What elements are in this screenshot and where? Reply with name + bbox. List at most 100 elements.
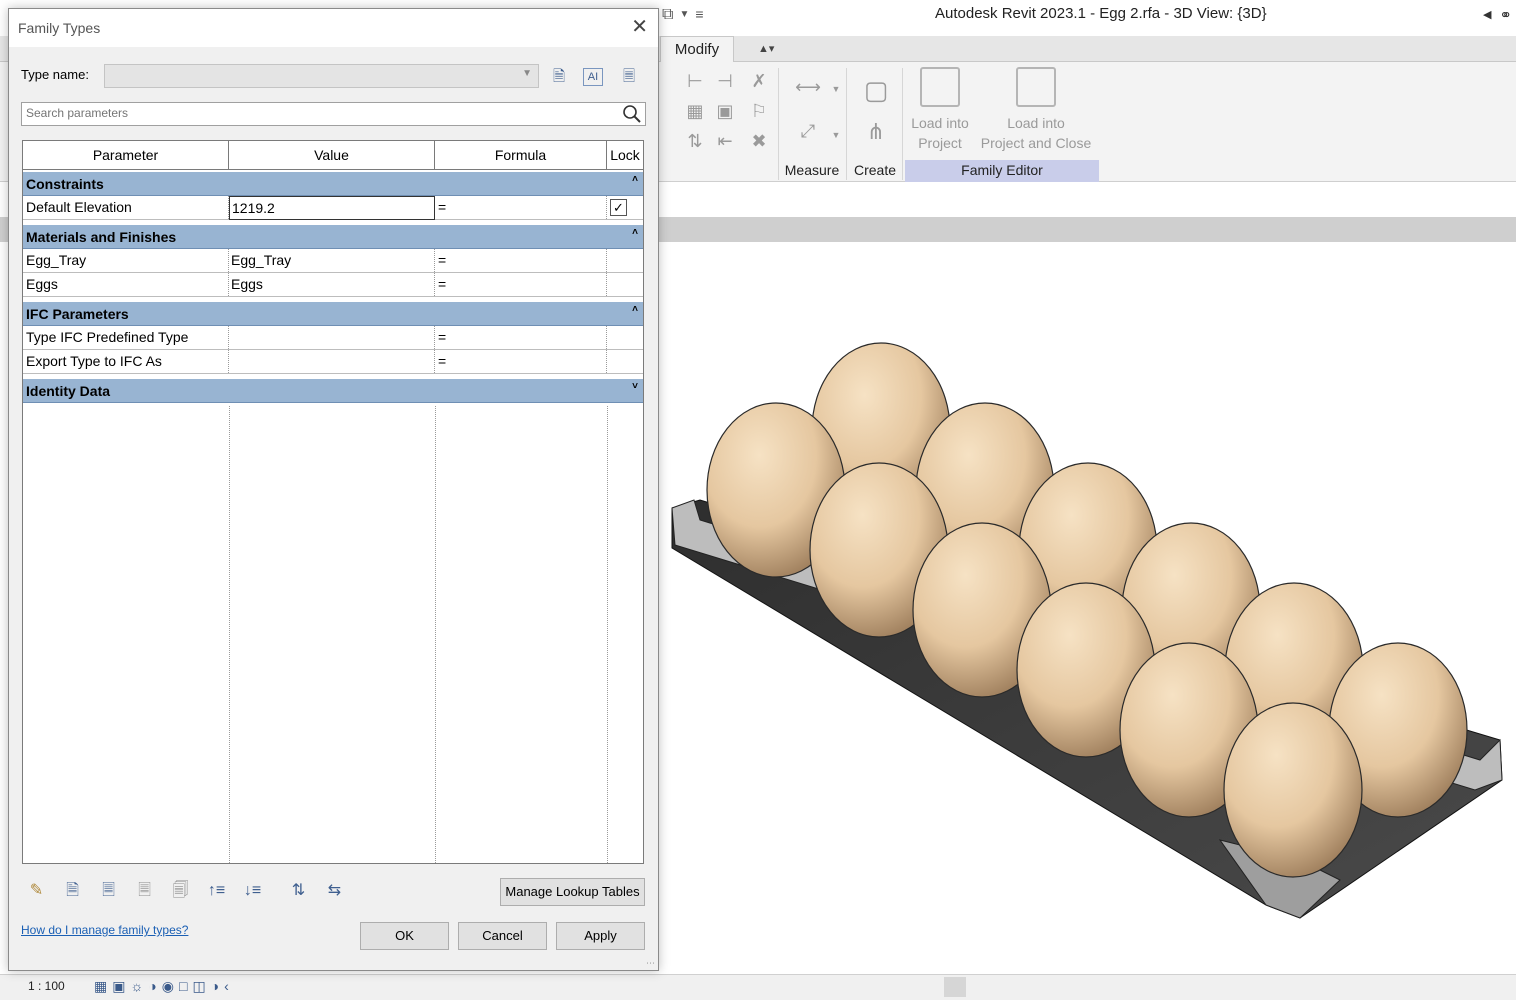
pin-icon[interactable]: ⚐ <box>748 100 770 122</box>
column-header-parameter[interactable]: Parameter <box>23 141 229 170</box>
new-parameter-icon[interactable]: 🗎 <box>59 879 86 903</box>
ribbon-divider <box>846 68 847 180</box>
group-ifc-parameters[interactable]: IFC Parameters ˄ <box>23 302 643 326</box>
expand-icon[interactable]: ˅ <box>632 379 638 395</box>
collapse-icon[interactable]: ˄ <box>632 225 638 241</box>
tab-modify[interactable]: Modify <box>660 36 734 63</box>
align-icon[interactable]: ⊢ <box>684 70 706 92</box>
dimension-dropdown-icon[interactable]: ▼ <box>830 124 842 146</box>
shadows-icon[interactable]: ◑ <box>148 978 156 995</box>
sun-path-icon[interactable]: ☼ <box>130 978 143 995</box>
column-divider <box>607 406 608 863</box>
customize-toolbar-icon[interactable]: ≡ <box>695 6 703 24</box>
lock-cell <box>607 273 643 296</box>
apply-button[interactable]: Apply <box>556 922 645 950</box>
formula-field[interactable]: = <box>435 350 607 373</box>
move-up-icon[interactable]: ↑≡ <box>203 879 230 903</box>
column-header-lock[interactable]: Lock <box>607 141 643 170</box>
delete-type-icon[interactable]: 🗏 <box>617 65 641 89</box>
delete-icon[interactable]: ✖ <box>748 130 770 152</box>
group-constraints[interactable]: Constraints ˄ <box>23 172 643 196</box>
sort-descending-icon[interactable]: ⇆ <box>321 879 348 903</box>
search-box[interactable] <box>21 102 646 126</box>
parameter-name: Egg_Tray <box>23 249 229 272</box>
detail-level-icon[interactable]: ▦ <box>94 978 107 995</box>
formula-field[interactable]: = <box>435 273 607 296</box>
value-field[interactable] <box>229 350 435 373</box>
create-similar-icon[interactable]: ▢ <box>858 72 894 108</box>
parameter-toolbar: ✎ 🗎 🗏 🗏 🗐 ↑≡ ↓≡ ⇅ ⇆ <box>23 879 348 903</box>
column-header-formula[interactable]: Formula <box>435 141 607 170</box>
ribbon-display-toggle[interactable]: ▲▾ <box>758 42 774 55</box>
formula-field[interactable]: = <box>435 196 607 219</box>
split-icon[interactable]: ⇅ <box>684 130 706 152</box>
mirror-icon[interactable]: ⇤ <box>714 130 736 152</box>
load-into-project-button[interactable]: Load into Project <box>895 67 985 153</box>
value-field[interactable]: Eggs <box>229 273 435 296</box>
view-control-icons: ▦ ▣ ☼ ◑ ◉ □ ◫ ◑ ‹ <box>94 978 229 995</box>
value-field[interactable] <box>229 326 435 349</box>
collapse-icon[interactable]: ˄ <box>632 302 638 318</box>
group-name: Materials and Finishes <box>26 229 177 245</box>
load-into-project-close-button[interactable]: Load into Project and Close <box>973 67 1099 153</box>
collapse-icon[interactable]: ˄ <box>632 172 638 188</box>
temporary-hide-icon[interactable]: ◑ <box>211 978 219 995</box>
ok-button[interactable]: OK <box>360 922 449 950</box>
left-arrow-icon[interactable]: ◀ <box>1483 6 1491 24</box>
load-into-project-icon <box>920 67 960 107</box>
new-type-icon[interactable]: 🗎 <box>547 65 571 89</box>
parameter-name: Type IFC Predefined Type <box>23 326 229 349</box>
value-field[interactable]: 1219.2 <box>229 196 435 220</box>
panel-label-family-editor: Family Editor <box>905 160 1099 182</box>
edit-parameter-icon[interactable]: ✎ <box>23 879 50 903</box>
horizontal-scrollbar-thumb[interactable] <box>944 977 966 997</box>
show-crop-icon[interactable]: ◫ <box>192 978 205 995</box>
group-name: Constraints <box>26 176 104 192</box>
dimension-icon[interactable]: ⤢ <box>788 120 828 142</box>
dropdown-arrow-icon[interactable]: ▼ <box>679 6 689 24</box>
render-icon[interactable]: ◉ <box>162 978 174 995</box>
search-icon[interactable] <box>622 104 642 124</box>
binoculars-icon[interactable]: ⚭ <box>1499 6 1512 24</box>
search-input[interactable] <box>26 106 616 120</box>
group-materials-and-finishes[interactable]: Materials and Finishes ˄ <box>23 225 643 249</box>
switch-windows-icon[interactable]: ⧉ <box>662 6 673 24</box>
type-name-select[interactable]: ▼ <box>104 64 539 88</box>
group-identity-data[interactable]: Identity Data ˅ <box>23 379 643 403</box>
close-icon[interactable]: ✕ <box>631 16 648 38</box>
formula-field[interactable]: = <box>435 249 607 272</box>
column-header-value[interactable]: Value <box>229 141 435 170</box>
help-link[interactable]: How do I manage family types? <box>21 923 188 937</box>
crop-view-icon[interactable]: □ <box>179 978 187 995</box>
resize-grip-icon[interactable]: ⋯ <box>646 958 656 968</box>
lock-checkbox[interactable]: ✓ <box>610 199 627 216</box>
chevron-down-icon: ▼ <box>522 68 532 79</box>
move-down-icon[interactable]: ↓≡ <box>239 879 266 903</box>
view-scale[interactable]: 1 : 100 <box>28 979 65 993</box>
offset-icon[interactable]: ⊣ <box>714 70 736 92</box>
array-icon[interactable]: ▦ <box>684 100 706 122</box>
measure-distance-icon[interactable]: ⟷ <box>788 76 828 98</box>
scale-icon[interactable]: ▣ <box>714 100 736 122</box>
value-field[interactable]: Egg_Tray <box>229 249 435 272</box>
quick-access-toolbar: ⧉ ▼ ≡ <box>662 6 704 24</box>
chevron-left-icon[interactable]: ‹ <box>224 978 229 995</box>
copy-parameter-icon[interactable]: 🗏 <box>131 879 158 903</box>
load-into-project-label: Load into Project <box>911 115 969 151</box>
load-into-project-close-icon <box>1016 67 1056 107</box>
manage-lookup-tables-button[interactable]: Manage Lookup Tables <box>500 878 645 906</box>
formula-field[interactable]: = <box>435 326 607 349</box>
group-name: Identity Data <box>26 383 111 399</box>
create-group-icon[interactable]: ⋔ <box>858 114 894 150</box>
lock-cell <box>607 249 643 272</box>
sort-ascending-icon[interactable]: ⇅ <box>285 879 312 903</box>
paste-parameter-icon[interactable]: 🗐 <box>167 879 194 903</box>
cancel-button[interactable]: Cancel <box>458 922 547 950</box>
delete-parameter-icon[interactable]: 🗏 <box>95 879 122 903</box>
rename-type-icon[interactable]: AI <box>583 68 603 86</box>
visual-style-icon[interactable]: ▣ <box>112 978 125 995</box>
measure-dropdown-icon[interactable]: ▼ <box>830 78 842 100</box>
lock-cell <box>607 350 643 373</box>
trim-icon[interactable]: ✗ <box>748 70 770 92</box>
parameter-name: Export Type to IFC As <box>23 350 229 373</box>
